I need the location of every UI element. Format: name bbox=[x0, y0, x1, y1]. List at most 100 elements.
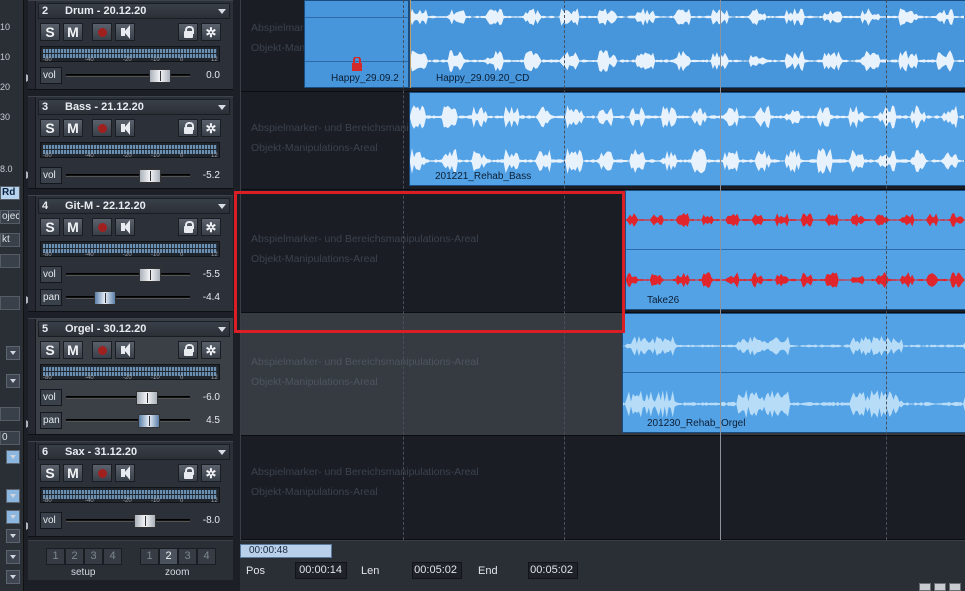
edge-button[interactable]: oject bbox=[0, 210, 20, 224]
solo-button[interactable]: S bbox=[40, 218, 60, 236]
track-name[interactable]: Git-M - 22.12.20 bbox=[65, 200, 146, 212]
monitor-button[interactable] bbox=[115, 464, 135, 482]
track-name[interactable]: Drum - 20.12.20 bbox=[65, 5, 146, 17]
monitor-button[interactable] bbox=[115, 119, 135, 137]
solo-button[interactable]: S bbox=[40, 464, 60, 482]
lock-button[interactable] bbox=[178, 464, 198, 482]
mute-button[interactable]: M bbox=[63, 119, 83, 137]
edge-dropdown[interactable] bbox=[6, 450, 20, 464]
edge-field[interactable] bbox=[0, 407, 20, 421]
track-title-bar[interactable]: 5 Orgel - 30.12.20 bbox=[38, 321, 230, 337]
pos-value[interactable]: 00:00:14 bbox=[295, 562, 347, 579]
solo-button[interactable]: S bbox=[40, 23, 60, 41]
lock-button[interactable] bbox=[178, 23, 198, 41]
fx-button[interactable]: ✲ bbox=[201, 218, 221, 236]
dropdown-icon[interactable] bbox=[218, 327, 226, 332]
mute-button[interactable]: M bbox=[63, 341, 83, 359]
record-button[interactable] bbox=[92, 218, 112, 236]
fx-button[interactable]: ✲ bbox=[201, 23, 221, 41]
setup-button-2[interactable]: 2 bbox=[65, 548, 84, 565]
playhead[interactable] bbox=[720, 0, 721, 540]
minimize-button[interactable] bbox=[919, 583, 931, 591]
volume-slider[interactable] bbox=[66, 268, 190, 282]
track-name[interactable]: Bass - 21.12.20 bbox=[65, 101, 144, 113]
fx-button[interactable]: ✲ bbox=[201, 119, 221, 137]
edge-dropdown[interactable] bbox=[6, 529, 20, 543]
slider-knob[interactable] bbox=[139, 268, 161, 282]
fx-button[interactable]: ✲ bbox=[201, 341, 221, 359]
audio-clip[interactable]: Take26 bbox=[625, 190, 965, 310]
audio-clip[interactable]: Happy_29.09.2 bbox=[304, 0, 409, 88]
track-name[interactable]: Sax - 31.12.20 bbox=[65, 446, 137, 458]
fx-button[interactable]: ✲ bbox=[201, 464, 221, 482]
edge-field[interactable] bbox=[0, 254, 20, 268]
monitor-button[interactable] bbox=[115, 23, 135, 41]
mute-button[interactable]: M bbox=[63, 464, 83, 482]
dropdown-icon[interactable] bbox=[218, 105, 226, 110]
record-button[interactable] bbox=[92, 464, 112, 482]
dropdown-icon[interactable] bbox=[218, 204, 226, 209]
audio-clip[interactable]: Happy_29.09.20_CD bbox=[409, 0, 965, 88]
track-name[interactable]: Orgel - 30.12.20 bbox=[65, 323, 146, 335]
slider-knob[interactable] bbox=[138, 414, 160, 428]
record-button[interactable] bbox=[92, 341, 112, 359]
slider-knob[interactable] bbox=[94, 291, 116, 305]
track-header-drum[interactable]: 2 Drum - 20.12.20 S M ✲ -80 -40 -20 -10 … bbox=[28, 0, 233, 90]
setup-button-4[interactable]: 4 bbox=[103, 548, 122, 565]
track-header-sax[interactable]: 6 Sax - 31.12.20 S M ✲ -80 -40 -20 -10 0… bbox=[28, 441, 233, 537]
edge-dropdown[interactable] bbox=[6, 374, 20, 388]
edge-button[interactable]: Rd bbox=[0, 186, 20, 200]
track-title-bar[interactable]: 6 Sax - 31.12.20 bbox=[38, 444, 230, 460]
track-title-bar[interactable]: 4 Git-M - 22.12.20 bbox=[38, 198, 230, 214]
horizontal-scrollbar-thumb[interactable]: 00:00:48 bbox=[240, 544, 332, 558]
edge-dropdown[interactable] bbox=[6, 550, 20, 564]
edge-dropdown[interactable] bbox=[6, 510, 20, 524]
slider-knob[interactable] bbox=[136, 391, 158, 405]
maximize-button[interactable] bbox=[934, 583, 946, 591]
close-button[interactable] bbox=[949, 583, 961, 591]
solo-button[interactable]: S bbox=[40, 119, 60, 137]
lock-button[interactable] bbox=[178, 119, 198, 137]
len-value[interactable]: 00:05:02 bbox=[412, 562, 462, 579]
mute-button[interactable]: M bbox=[63, 218, 83, 236]
slider-knob[interactable] bbox=[149, 69, 171, 83]
mute-button[interactable]: M bbox=[63, 23, 83, 41]
dropdown-icon[interactable] bbox=[218, 9, 226, 14]
track-header-git-m[interactable]: 4 Git-M - 22.12.20 S M ✲ -80 -40 -20 -10… bbox=[28, 195, 233, 312]
volume-slider[interactable] bbox=[66, 514, 190, 528]
track-title-bar[interactable]: 2 Drum - 20.12.20 bbox=[38, 3, 230, 19]
monitor-button[interactable] bbox=[115, 218, 135, 236]
audio-clip[interactable]: 201230_Rehab_Orgel bbox=[622, 313, 965, 433]
edge-dropdown[interactable] bbox=[6, 570, 20, 584]
setup-button-3[interactable]: 3 bbox=[84, 548, 103, 565]
track-header-bass[interactable]: 3 Bass - 21.12.20 S M ✲ -80 -40 -20 -10 … bbox=[28, 96, 233, 189]
zoom-button-3[interactable]: 3 bbox=[178, 548, 197, 565]
lock-button[interactable] bbox=[178, 341, 198, 359]
zoom-button-1[interactable]: 1 bbox=[140, 548, 159, 565]
volume-slider[interactable] bbox=[66, 391, 190, 405]
monitor-button[interactable] bbox=[115, 341, 135, 359]
audio-clip[interactable]: 201221_Rehab_Bass bbox=[409, 92, 965, 186]
edge-field[interactable] bbox=[0, 296, 20, 310]
track-header-orgel[interactable]: 5 Orgel - 30.12.20 S M ✲ -80 -40 -20 -10… bbox=[28, 318, 233, 435]
zoom-button-4[interactable]: 4 bbox=[197, 548, 216, 565]
start-marker[interactable] bbox=[410, 0, 411, 88]
pan-slider[interactable] bbox=[66, 291, 190, 305]
lock-button[interactable] bbox=[178, 218, 198, 236]
zoom-button-2[interactable]: 2 bbox=[159, 548, 178, 565]
edge-dropdown[interactable] bbox=[6, 346, 20, 360]
track-title-bar[interactable]: 3 Bass - 21.12.20 bbox=[38, 99, 230, 115]
volume-slider[interactable] bbox=[66, 69, 190, 83]
edge-field[interactable]: 0 bbox=[0, 431, 20, 445]
setup-button-1[interactable]: 1 bbox=[46, 548, 65, 565]
edge-button[interactable]: kt bbox=[0, 233, 20, 247]
slider-knob[interactable] bbox=[134, 514, 156, 528]
end-value[interactable]: 00:05:02 bbox=[528, 562, 578, 579]
dropdown-icon[interactable] bbox=[218, 450, 226, 455]
record-button[interactable] bbox=[92, 23, 112, 41]
solo-button[interactable]: S bbox=[40, 341, 60, 359]
lane-sax[interactable]: Abspielmarker- und Bereichsmanipulations… bbox=[241, 436, 965, 540]
pan-slider[interactable] bbox=[66, 414, 190, 428]
slider-knob[interactable] bbox=[139, 169, 161, 183]
record-button[interactable] bbox=[92, 119, 112, 137]
